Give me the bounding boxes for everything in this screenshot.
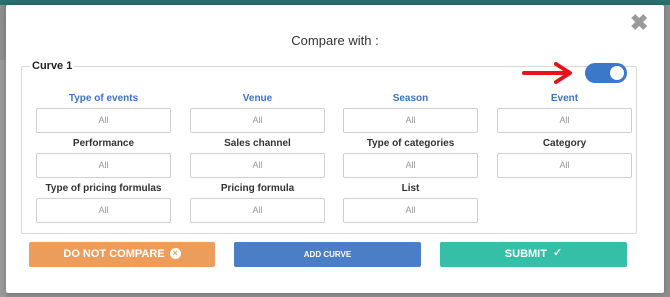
do-not-compare-label: DO NOT COMPARE (63, 248, 165, 260)
do-not-compare-button[interactable]: DO NOT COMPARE × (29, 242, 215, 267)
field-sales-channel: Sales channel All (190, 138, 325, 178)
field-type-of-pricing-formulas: Type of pricing formulas All (36, 183, 171, 223)
red-arrow-icon (522, 62, 572, 84)
field-type-of-categories: Type of categories All (343, 138, 478, 178)
field-type-of-events: Type of events All (36, 93, 171, 133)
season-select[interactable]: All (343, 108, 478, 133)
field-label: Venue (242, 93, 273, 104)
venue-select[interactable]: All (190, 108, 325, 133)
field-label: Season (392, 93, 429, 104)
toggle-knob (610, 66, 624, 80)
close-circle-icon: × (169, 247, 181, 259)
field-category: Category All (497, 138, 632, 178)
category-select[interactable]: All (497, 153, 632, 178)
type-of-pricing-formulas-select[interactable]: All (36, 198, 171, 223)
add-curve-label: ADD CURVE (303, 250, 352, 259)
list-select[interactable]: All (343, 198, 478, 223)
add-curve-button[interactable]: ADD CURVE (234, 242, 421, 267)
field-pricing-formula: Pricing formula All (190, 183, 325, 223)
field-venue: Venue All (190, 93, 325, 133)
submit-label: SUBMIT (504, 248, 547, 260)
field-list: List All (343, 183, 478, 223)
event-select[interactable]: All (497, 108, 632, 133)
field-label: Type of pricing formulas (45, 183, 162, 194)
field-season: Season All (343, 93, 478, 133)
curve-legend: Curve 1 (30, 60, 75, 72)
field-label: Performance (72, 138, 135, 149)
field-label: List (401, 183, 420, 194)
pricing-formula-select[interactable]: All (190, 198, 325, 223)
modal-title: Compare with : (291, 33, 379, 48)
type-of-events-select[interactable]: All (36, 108, 171, 133)
field-label: Type of categories (366, 138, 455, 149)
submit-button[interactable]: SUBMIT ✓ (440, 242, 627, 267)
type-of-categories-select[interactable]: All (343, 153, 478, 178)
field-performance: Performance All (36, 138, 171, 178)
performance-select[interactable]: All (36, 153, 171, 178)
field-event: Event All (497, 93, 632, 133)
sales-channel-select[interactable]: All (190, 153, 325, 178)
field-label: Type of events (68, 93, 139, 104)
check-icon: ✓ (552, 246, 563, 259)
field-label: Category (542, 138, 587, 149)
curve-toggle[interactable] (585, 63, 627, 83)
field-label: Pricing formula (220, 183, 295, 194)
field-label: Event (550, 93, 579, 104)
field-label: Sales channel (224, 138, 291, 149)
close-icon[interactable]: ✖ (630, 12, 648, 34)
